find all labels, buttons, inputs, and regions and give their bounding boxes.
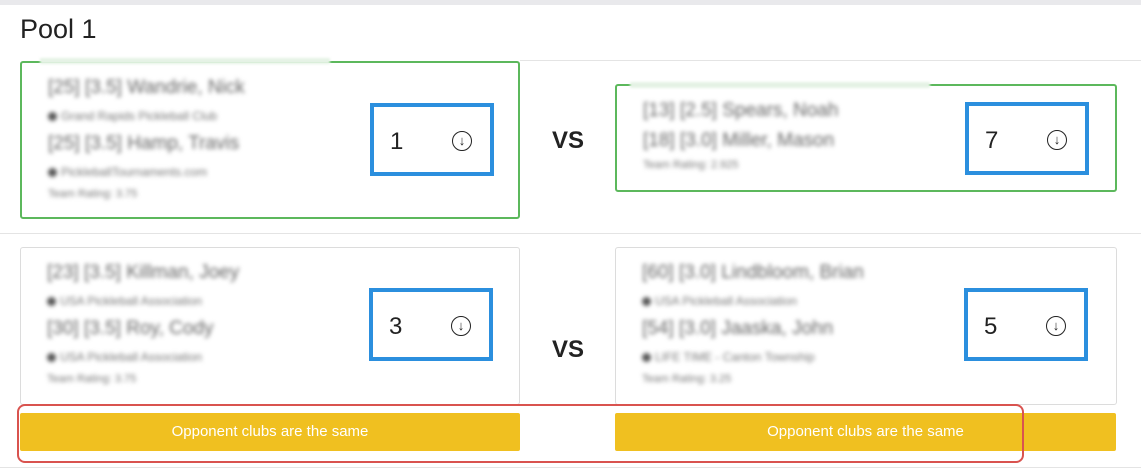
row-divider [520, 60, 1141, 61]
arrow-circle-down-icon[interactable]: ↓ [452, 131, 472, 151]
team-players: [60] [3.0] Lindbloom, Brian USA Pickleba… [642, 258, 972, 388]
top-divider [0, 0, 1141, 5]
vs-label: VS [552, 336, 585, 363]
team-rating: Team Rating: 3.75 [47, 373, 137, 385]
vs-label: VS [552, 127, 585, 154]
club-icon [47, 353, 56, 363]
player-name: [60] [3.0] Lindbloom, Brian [642, 262, 864, 283]
club-icon [48, 112, 57, 122]
seed-input[interactable]: 7 ↓ [965, 102, 1089, 175]
row-divider [0, 467, 1141, 468]
player-name: [23] [3.5] Killman, Joey [47, 262, 240, 283]
seed-number: 3 [389, 313, 403, 340]
winner-glow [40, 58, 330, 64]
player-club: USA Pickleball Association [47, 288, 377, 314]
player-name: [18] [3.0] Miller, Mason [643, 130, 835, 151]
winner-glow [630, 82, 930, 88]
seed-input[interactable]: 5 ↓ [964, 288, 1088, 361]
team-card: [60] [3.0] Lindbloom, Brian USA Pickleba… [615, 247, 1117, 405]
seed-number: 5 [984, 313, 998, 340]
player-name: [54] [3.0] Jaaska, John [642, 318, 834, 339]
team-rating: Team Rating: 3.75 [48, 188, 138, 200]
club-icon [642, 297, 651, 307]
player-club: USA Pickleball Association [47, 344, 377, 370]
team-players: [25] [3.5] Wandrie, Nick Grand Rapids Pi… [48, 73, 378, 203]
player-name: [25] [3.5] Wandrie, Nick [48, 77, 245, 98]
team-rating: Team Rating: 2.925 [643, 159, 739, 171]
player-name: [30] [3.5] Roy, Cody [47, 318, 214, 339]
team-card: [13] [2.5] Spears, Noah [18] [3.0] Mille… [615, 84, 1117, 192]
seed-number: 1 [390, 128, 404, 155]
player-name: [25] [3.5] Hamp, Travis [48, 133, 240, 154]
club-icon [48, 168, 57, 178]
arrow-circle-down-icon[interactable]: ↓ [1047, 130, 1067, 150]
arrow-circle-down-icon[interactable]: ↓ [451, 316, 471, 336]
team-rating: Team Rating: 3.25 [642, 373, 732, 385]
team-players: [23] [3.5] Killman, Joey USA Pickleball … [47, 258, 377, 388]
team-players: [13] [2.5] Spears, Noah [18] [3.0] Mille… [643, 96, 973, 174]
club-icon [47, 297, 56, 307]
seed-input[interactable]: 1 ↓ [370, 103, 494, 176]
player-name: [13] [2.5] Spears, Noah [643, 100, 839, 121]
seed-input[interactable]: 3 ↓ [369, 288, 493, 361]
player-club: PickleballTournaments.com [48, 159, 378, 185]
club-icon [642, 353, 651, 363]
player-club: Grand Rapids Pickleball Club [48, 103, 378, 129]
warning-highlight-outline [17, 404, 1024, 463]
player-club: USA Pickleball Association [642, 288, 972, 314]
team-card: [23] [3.5] Killman, Joey USA Pickleball … [20, 247, 520, 405]
pool-title: Pool 1 [20, 14, 97, 44]
player-club: LIFE TIME - Canton Township [642, 344, 972, 370]
seed-number: 7 [985, 127, 999, 154]
team-card: [25] [3.5] Wandrie, Nick Grand Rapids Pi… [20, 61, 520, 219]
row-divider [0, 233, 1141, 234]
arrow-circle-down-icon[interactable]: ↓ [1046, 316, 1066, 336]
